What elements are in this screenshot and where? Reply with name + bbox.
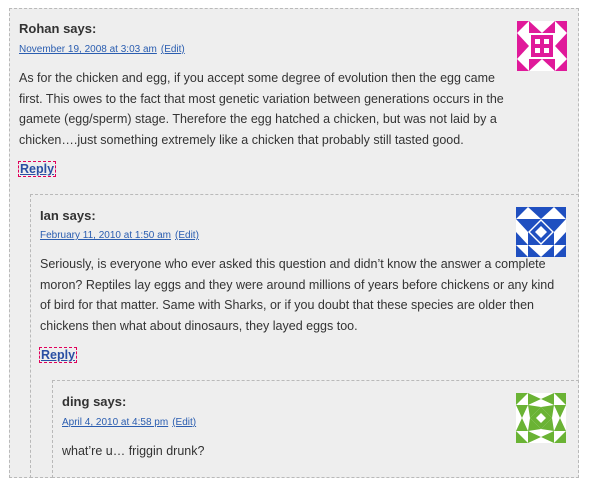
reply-link[interactable]: Reply <box>38 347 78 363</box>
comment-ding: ding says: April 4, 2010 at 4:58 pm (Edit… <box>52 380 579 478</box>
edit-link[interactable]: (Edit) <box>172 417 196 428</box>
comment-meta: November 19, 2008 at 3:03 am (Edit) <box>19 44 185 55</box>
edit-link[interactable]: (Edit) <box>161 44 185 55</box>
author-says: says: <box>62 208 96 223</box>
edit-link[interactable]: (Edit) <box>175 230 199 241</box>
comment-date-link[interactable]: February 11, 2010 at 1:50 am <box>40 230 171 241</box>
author-name: Ian <box>40 208 59 223</box>
comment-meta: April 4, 2010 at 4:58 pm (Edit) <box>62 417 196 428</box>
author-says: says: <box>93 394 127 409</box>
comment-text: As for the chicken and egg, if you accep… <box>19 71 504 147</box>
identicon-avatar <box>516 207 566 257</box>
identicon-avatar <box>517 21 567 71</box>
author-name: Rohan <box>19 21 60 36</box>
comment-text: Seriously, is everyone who ever asked th… <box>40 257 555 333</box>
comment-author: Ian says: <box>40 208 96 223</box>
comment-text: what’re u… friggin drunk? <box>62 444 205 458</box>
comment-author: Rohan says: <box>19 21 96 36</box>
comment-date-link[interactable]: April 4, 2010 at 4:58 pm <box>62 417 168 428</box>
comment-date-link[interactable]: November 19, 2008 at 3:03 am <box>19 44 157 55</box>
reply-link[interactable]: Reply <box>17 161 57 177</box>
identicon-avatar <box>516 393 566 443</box>
comment-author: ding says: <box>62 394 126 409</box>
comment-meta: February 11, 2010 at 1:50 am (Edit) <box>40 230 199 241</box>
author-says: says: <box>63 21 97 36</box>
author-name: ding <box>62 394 90 409</box>
